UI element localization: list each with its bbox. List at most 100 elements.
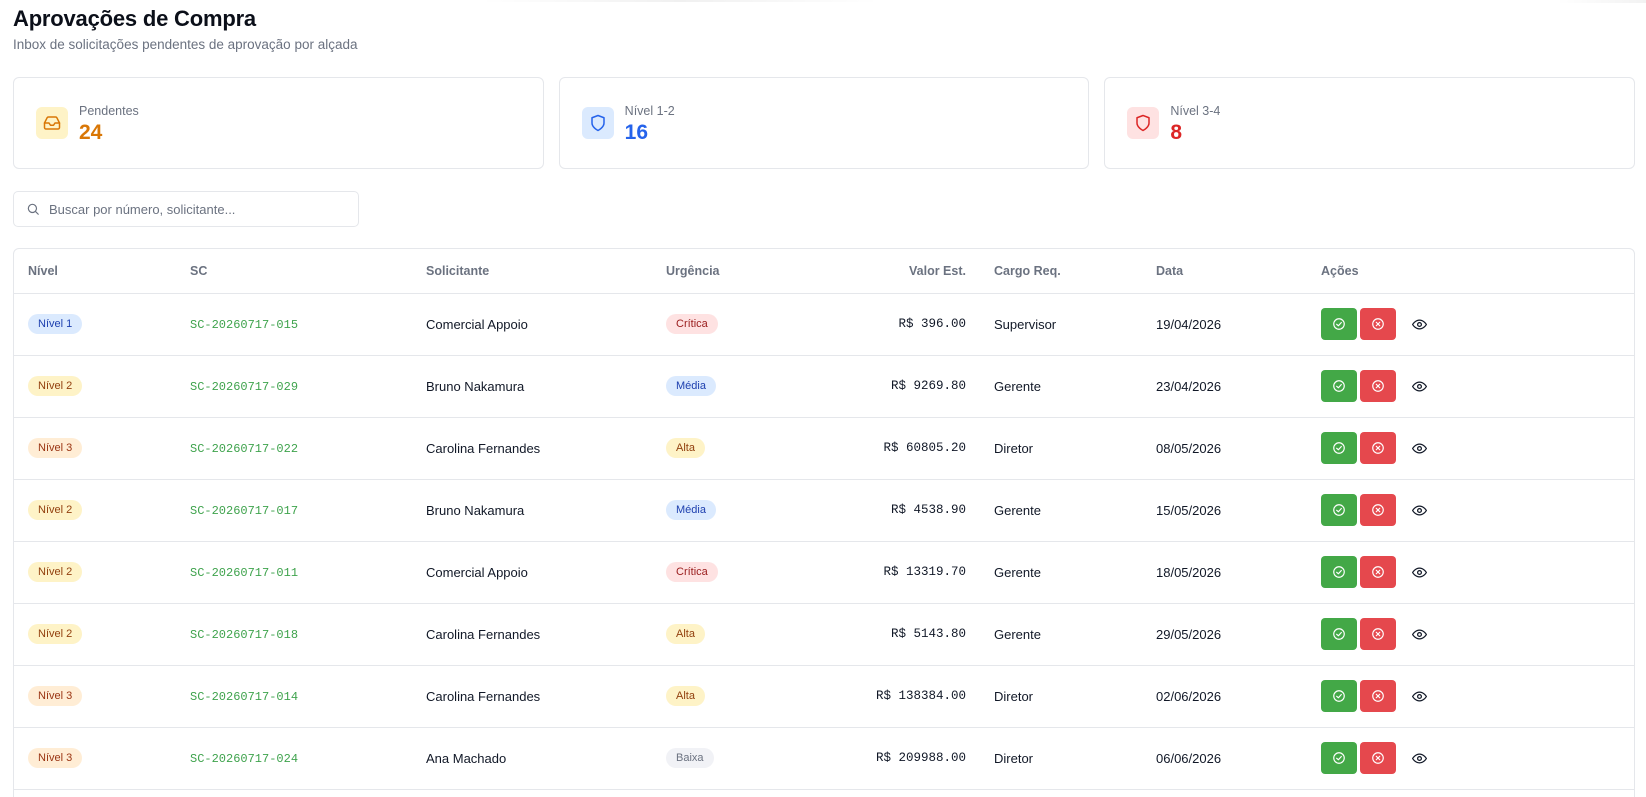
value-cell: R$ 13319.70 [802, 541, 980, 604]
requester-cell: Carolina Fernandes [412, 665, 652, 728]
column-header-data[interactable]: Data [1142, 249, 1307, 294]
view-button[interactable] [1403, 494, 1435, 526]
eye-icon [1411, 753, 1427, 763]
date-cell: 06/06/2026 [1142, 727, 1307, 790]
search-input[interactable] [49, 201, 349, 217]
level-badge: Nível 2 [28, 500, 83, 520]
urgency-badge: Alta [666, 438, 705, 458]
approvals-table: Nível SC Solicitante Urgência Valor Est.… [13, 248, 1635, 797]
value-cell: R$ 9269.80 [802, 355, 980, 418]
urgency-badge: Alta [666, 624, 705, 644]
table-row[interactable]: Nível 3 SC-20260717-022 Carolina Fernand… [14, 417, 1634, 480]
table-row[interactable]: Nível 2 SC-20260717-029 Bruno Nakamura M… [14, 355, 1634, 418]
x-circle-icon [1372, 752, 1384, 764]
urgency-badge: Baixa [666, 748, 714, 768]
check-circle-icon [1333, 504, 1345, 516]
date-cell: 29/05/2026 [1142, 603, 1307, 666]
level-badge: Nível 1 [28, 314, 83, 334]
view-button[interactable] [1403, 742, 1435, 774]
check-circle-icon [1333, 752, 1345, 764]
x-circle-icon [1372, 504, 1384, 516]
reject-button[interactable] [1360, 742, 1396, 774]
approve-button[interactable] [1321, 556, 1357, 588]
value-cell: R$ 396.00 [802, 293, 980, 356]
role-cell: Diretor [980, 417, 1142, 480]
level-badge: Nível 3 [28, 748, 83, 768]
date-cell: 08/05/2026 [1142, 417, 1307, 480]
column-header-nivel[interactable]: Nível [14, 249, 176, 294]
urgency-badge: Crítica [666, 562, 718, 582]
view-button[interactable] [1403, 308, 1435, 340]
role-cell: Gerente [980, 355, 1142, 418]
shield-icon [1127, 107, 1160, 139]
urgency-badge: Média [666, 376, 716, 396]
reject-button[interactable] [1360, 494, 1396, 526]
column-header-cargo[interactable]: Cargo Req. [980, 249, 1142, 294]
sc-link[interactable]: SC-20260717-029 [190, 380, 298, 394]
reject-button[interactable] [1360, 432, 1396, 464]
approve-button[interactable] [1321, 494, 1357, 526]
view-button[interactable] [1403, 370, 1435, 402]
check-circle-icon [1333, 318, 1345, 330]
view-button[interactable] [1403, 680, 1435, 712]
stat-card-nivel-3-4: Nível 3-4 8 [1104, 77, 1636, 169]
table-row[interactable]: Nível 2 SC-20260717-011 Comercial Appoio… [14, 541, 1634, 604]
stat-card-pendentes: Pendentes 24 [13, 77, 544, 169]
role-cell: Gerente [980, 479, 1142, 542]
sc-link[interactable]: SC-20260717-015 [190, 318, 298, 332]
reject-button[interactable] [1360, 370, 1396, 402]
sc-link[interactable]: SC-20260717-017 [190, 504, 298, 518]
date-cell: 19/04/2026 [1142, 293, 1307, 356]
reject-button[interactable] [1360, 618, 1396, 650]
role-cell: Gerente [980, 603, 1142, 666]
inbox-icon [36, 107, 68, 139]
check-circle-icon [1333, 566, 1345, 578]
table-row[interactable]: Nível 2 SC-20260717-017 Bruno Nakamura M… [14, 479, 1634, 542]
sc-link[interactable]: SC-20260717-024 [190, 752, 298, 766]
view-button[interactable] [1403, 556, 1435, 588]
sc-link[interactable]: SC-20260717-018 [190, 628, 298, 642]
view-button[interactable] [1403, 432, 1435, 464]
eye-icon [1411, 567, 1427, 577]
approve-button[interactable] [1321, 742, 1357, 774]
column-header-solicitante[interactable]: Solicitante [412, 249, 652, 294]
reject-button[interactable] [1360, 556, 1396, 588]
column-header-valor[interactable]: Valor Est. [802, 249, 980, 294]
eye-icon [1411, 443, 1427, 453]
eye-icon [1411, 691, 1427, 701]
eye-icon [1411, 319, 1427, 329]
view-button[interactable] [1403, 618, 1435, 650]
approve-button[interactable] [1321, 680, 1357, 712]
column-header-urgencia[interactable]: Urgência [652, 249, 802, 294]
value-cell: R$ 209988.00 [802, 727, 980, 790]
level-badge: Nível 2 [28, 624, 83, 644]
top-shadow-right [1556, 0, 1646, 3]
row-actions [1321, 742, 1634, 774]
stat-value: 16 [624, 121, 649, 144]
level-badge: Nível 2 [28, 376, 83, 396]
approve-button[interactable] [1321, 432, 1357, 464]
table-row[interactable]: Nível 3 SC-20260717-024 Ana Machado Baix… [14, 727, 1634, 790]
page-subtitle: Inbox de solicitações pendentes de aprov… [13, 37, 358, 52]
urgency-badge: Alta [666, 686, 705, 706]
date-cell: 15/05/2026 [1142, 479, 1307, 542]
reject-button[interactable] [1360, 308, 1396, 340]
approve-button[interactable] [1321, 618, 1357, 650]
sc-link[interactable]: SC-20260717-011 [190, 566, 298, 580]
level-badge: Nível 2 [28, 562, 83, 582]
requester-cell: Bruno Nakamura [412, 355, 652, 418]
sc-link[interactable]: SC-20260717-022 [190, 442, 298, 456]
x-circle-icon [1372, 566, 1384, 578]
table-row[interactable]: Nível 1 SC-20260717-015 Comercial Appoio… [14, 293, 1634, 356]
row-actions [1321, 494, 1634, 526]
sc-link[interactable]: SC-20260717-014 [190, 690, 298, 704]
column-header-sc[interactable]: SC [176, 249, 412, 294]
row-actions [1321, 556, 1634, 588]
table-row[interactable]: Nível 3 SC-20260717-014 Carolina Fernand… [14, 665, 1634, 728]
eye-icon [1411, 381, 1427, 391]
table-row[interactable]: Nível 2 SC-20260717-018 Carolina Fernand… [14, 603, 1634, 666]
approve-button[interactable] [1321, 370, 1357, 402]
reject-button[interactable] [1360, 680, 1396, 712]
approve-button[interactable] [1321, 308, 1357, 340]
date-cell: 23/04/2026 [1142, 355, 1307, 418]
